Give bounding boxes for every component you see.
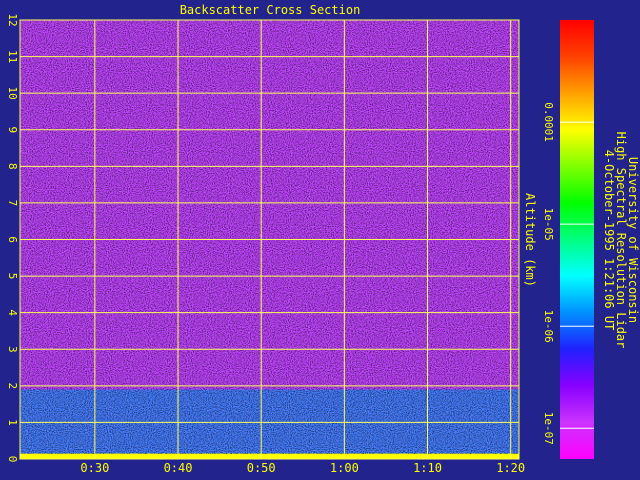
colorbar [560,20,594,459]
x-tick-label: 1:20 [496,461,525,475]
x-tick-label: 1:00 [330,461,359,475]
x-tick-label: 0:40 [164,461,193,475]
lidar-backscatter-chart: Backscatter Cross Section 01234567891011… [6,3,640,475]
colorbar-tick-label: 1e-07 [542,412,555,445]
colorbar-tick-label: 1e-05 [542,208,555,241]
y-tick-label: 4 [6,309,19,316]
colorbar-tick-label: 0.0001 [542,102,555,142]
y-tick-label: 10 [6,87,19,100]
y-tick-label: 1 [6,419,19,426]
y-tick-label: 12 [6,13,19,26]
annotation-line-3: 4-October-1995 1:21:06 UT [602,150,616,331]
y-axis-tick-labels: 0123456789101112 [6,13,19,462]
x-axis-tick-labels: 0:30 0:40 0:50 1:00 1:10 1:20 [80,461,525,475]
y-tick-label: 11 [6,50,19,63]
y-axis-label: Altitude (km) [523,193,537,287]
chart-title: Backscatter Cross Section [180,3,361,17]
y-tick-label: 3 [6,346,19,353]
y-tick-label: 9 [6,126,19,133]
colorbar-tick-label: 1e-06 [542,310,555,343]
x-tick-label: 0:30 [80,461,109,475]
y-tick-label: 5 [6,273,19,280]
y-tick-label: 6 [6,236,19,243]
y-tick-label: 0 [6,456,19,463]
y-tick-label: 7 [6,200,19,207]
colorbar-gradient [560,20,594,459]
instrument-annotation: University of Wisconsin High Spectral Re… [602,132,640,349]
x-tick-label: 0:50 [247,461,276,475]
x-tick-label: 1:10 [413,461,442,475]
y-tick-label: 2 [6,383,19,390]
y-tick-label: 8 [6,163,19,170]
